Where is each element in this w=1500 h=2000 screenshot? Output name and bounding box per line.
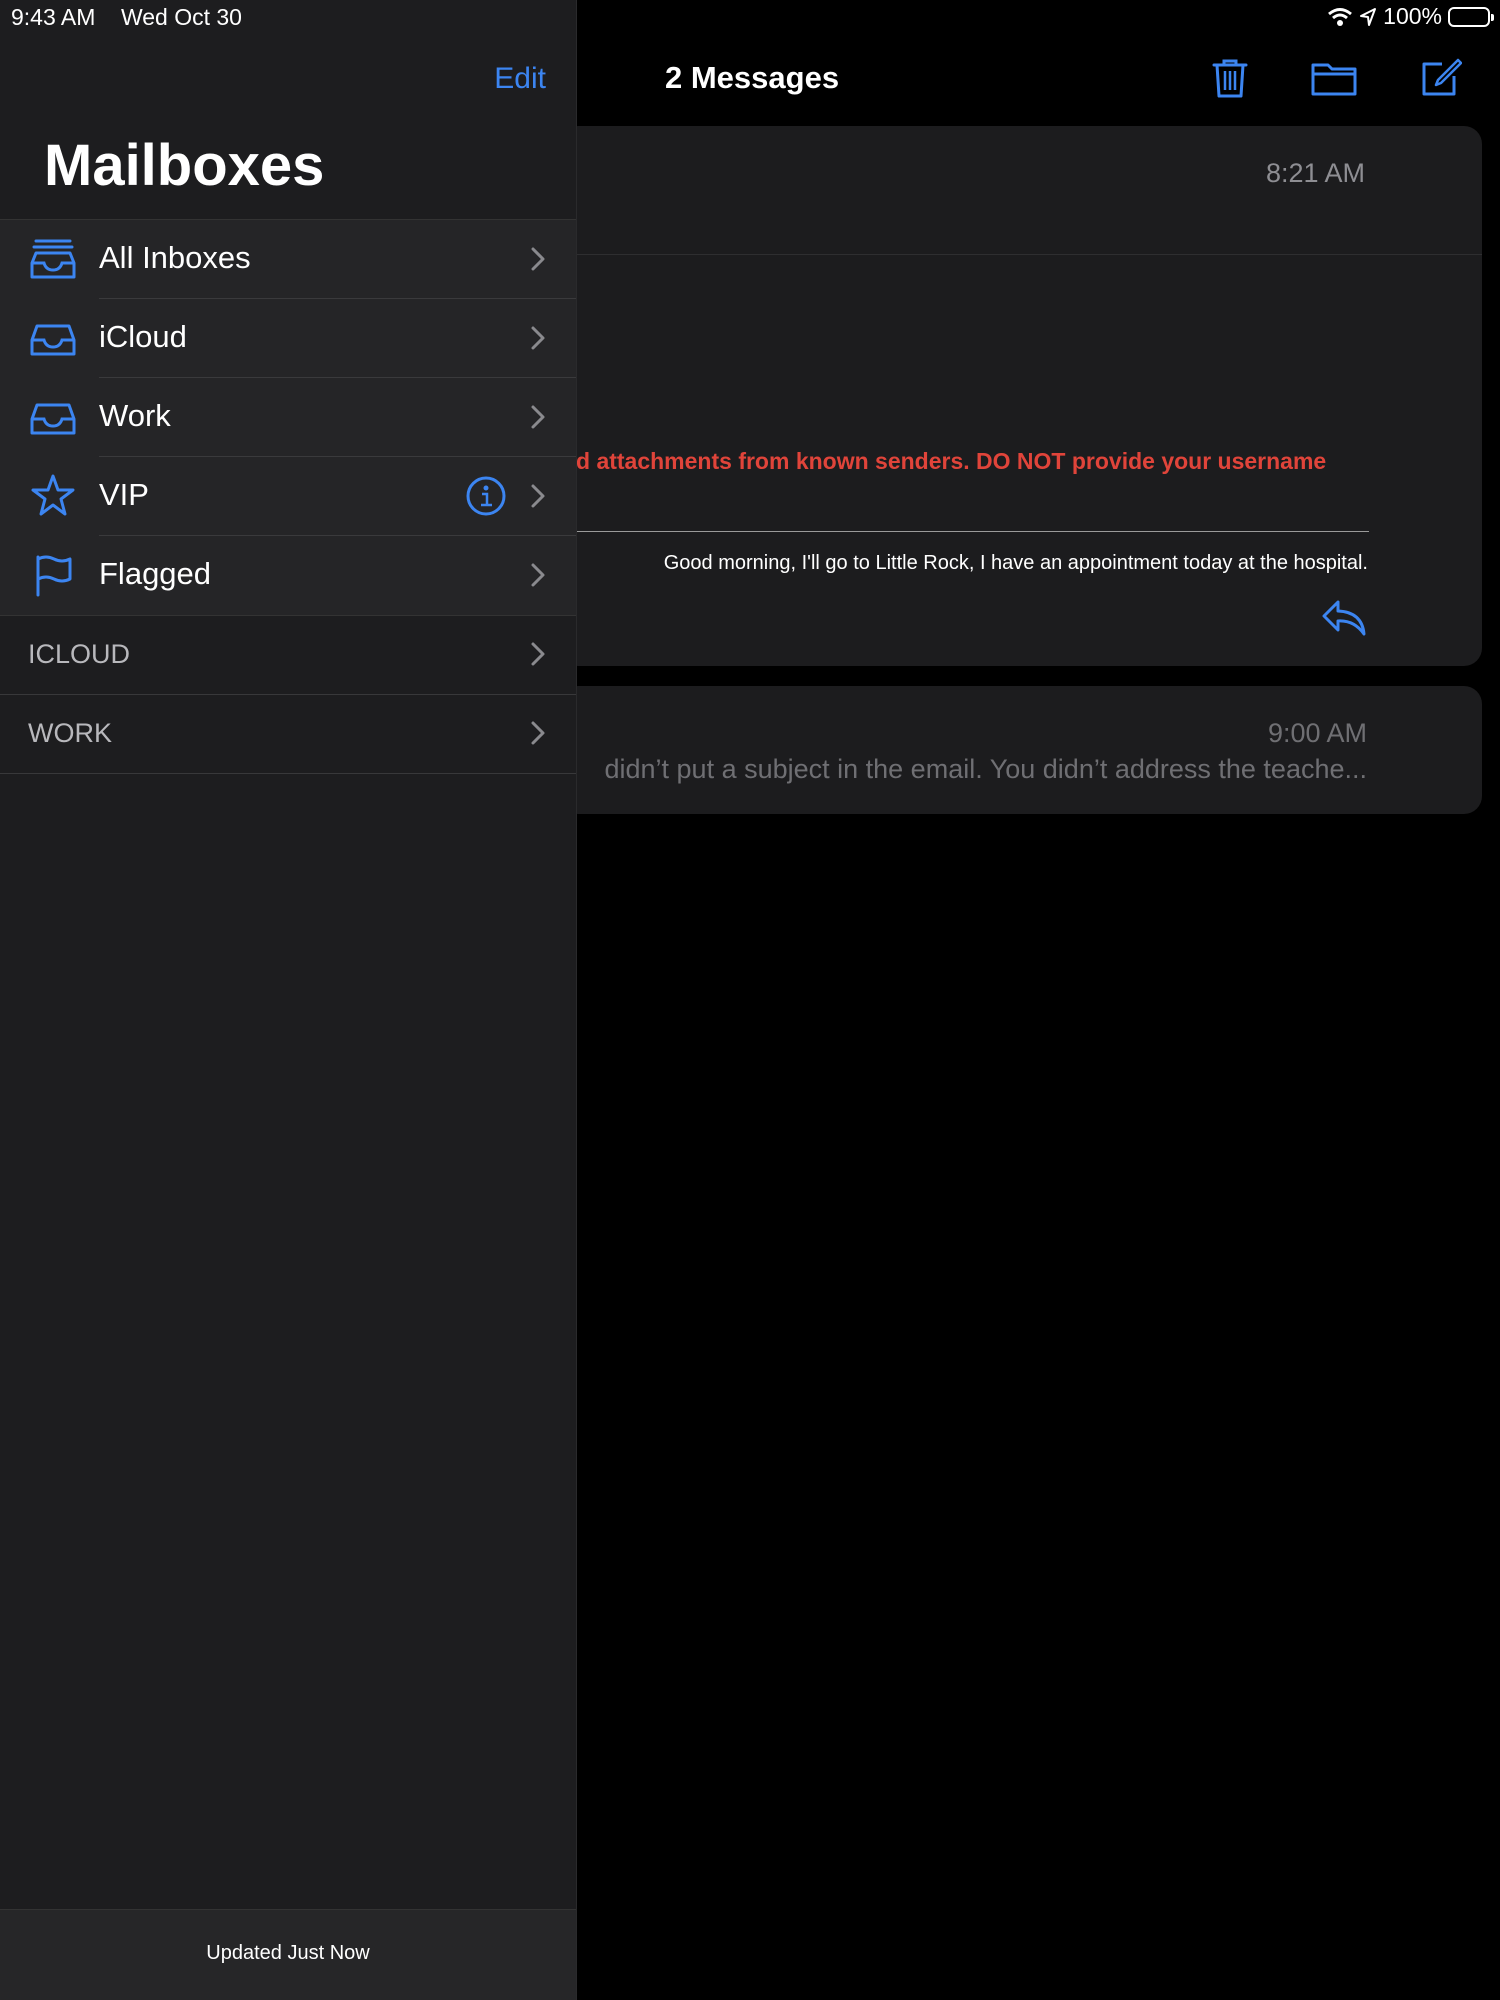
mailbox-item-all-inboxes[interactable]: All Inboxes	[0, 220, 576, 299]
message-count-title: 2 Messages	[665, 60, 840, 95]
mailbox-label: VIP	[99, 477, 149, 512]
folder-icon[interactable]	[1310, 56, 1358, 100]
flag-icon	[36, 555, 72, 597]
mailbox-label: Flagged	[99, 556, 212, 591]
mailbox-item-vip[interactable]: VIP	[0, 457, 576, 536]
all-inboxes-icon	[30, 239, 76, 279]
update-status: Updated Just Now	[206, 1942, 370, 1964]
message-card[interactable]: 9:00 AM didn’t put a subject in the emai…	[560, 686, 1482, 814]
mailboxes-sidebar: 9:43 AM Wed Oct 30 Edit Mailboxes All In…	[0, 0, 577, 2000]
compose-icon[interactable]	[1418, 56, 1462, 100]
account-label: WORK	[28, 718, 112, 748]
reply-icon[interactable]	[1320, 596, 1368, 640]
inbox-tray-icon	[30, 403, 76, 435]
trash-icon[interactable]	[1208, 56, 1252, 100]
chevron-right-icon	[531, 563, 545, 587]
mailbox-label: All Inboxes	[99, 240, 251, 275]
message-time: 8:21 AM	[1265, 158, 1365, 188]
chevron-right-icon	[531, 326, 545, 350]
mailbox-label: iCloud	[99, 319, 187, 354]
wifi-icon	[1328, 7, 1353, 26]
chevron-right-icon	[531, 642, 545, 666]
chevron-right-icon	[531, 247, 545, 271]
page-title: Mailboxes	[44, 133, 325, 198]
warning-text: d attachments from known senders. DO NOT…	[576, 448, 1327, 474]
battery-icon	[1448, 6, 1494, 27]
mailbox-label: Work	[99, 398, 171, 433]
message-body: Good morning, I'll go to Little Rock, I …	[663, 552, 1368, 574]
account-section-icloud[interactable]: ICLOUD	[0, 615, 576, 695]
chevron-right-icon	[531, 721, 545, 745]
mailbox-list: All Inboxes iCloud Work VIP Flagged	[0, 219, 576, 616]
status-bar-right: 100%	[1327, 3, 1494, 30]
status-date: Wed Oct 30	[120, 4, 242, 30]
status-bar-left: 9:43 AM Wed Oct 30	[11, 4, 242, 31]
location-icon	[1360, 7, 1377, 26]
chevron-right-icon	[531, 405, 545, 429]
status-time: 9:43 AM	[11, 4, 96, 30]
sidebar-footer: Updated Just Now	[0, 1909, 576, 2000]
mailbox-item-work[interactable]: Work	[0, 378, 576, 457]
star-icon	[31, 474, 75, 516]
mailbox-item-flagged[interactable]: Flagged	[0, 536, 576, 615]
chevron-right-icon	[531, 484, 545, 508]
message-time: 9:00 AM	[1267, 718, 1367, 748]
divider	[560, 254, 1482, 255]
message-card[interactable]: 8:21 AM d attachments from known senders…	[560, 126, 1482, 666]
battery-percent: 100%	[1383, 3, 1442, 29]
inbox-tray-icon	[30, 324, 76, 356]
info-icon[interactable]	[466, 476, 506, 516]
account-label: ICLOUD	[28, 639, 131, 669]
account-section-work[interactable]: WORK	[0, 694, 576, 774]
edit-button[interactable]: Edit	[494, 62, 546, 96]
message-preview: didn’t put a subject in the email. You d…	[604, 754, 1367, 784]
mailbox-item-icloud[interactable]: iCloud	[0, 299, 576, 378]
quote-rule	[560, 531, 1369, 532]
